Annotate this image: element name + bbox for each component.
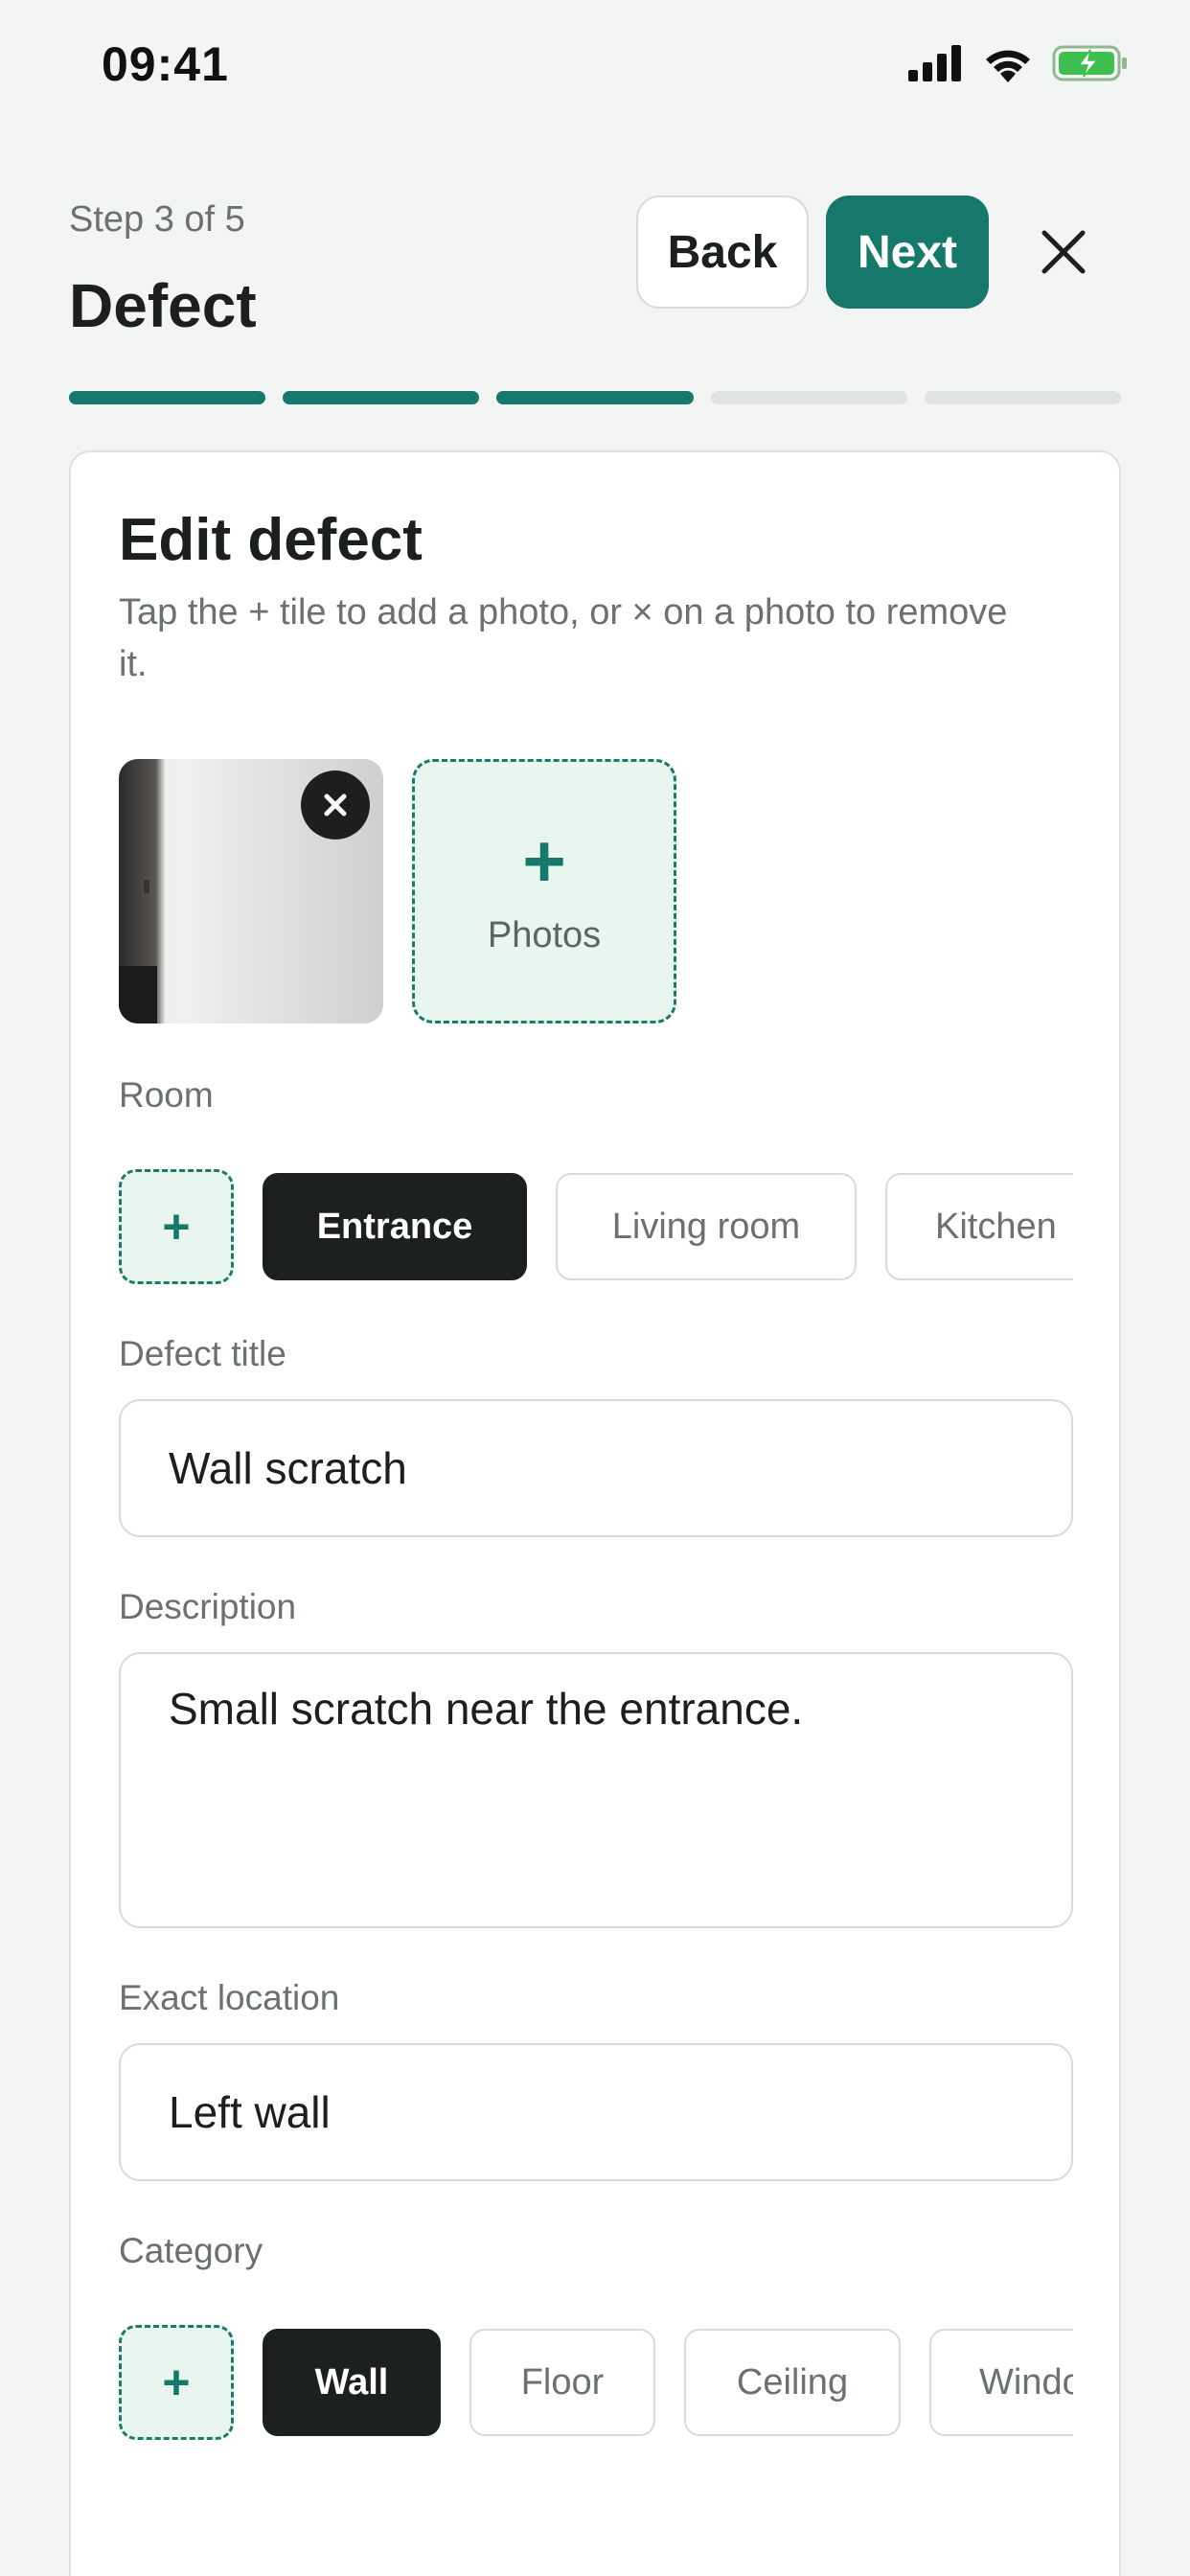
exact-location-label: Exact location xyxy=(119,1978,340,2017)
category-chip-window[interactable]: Window xyxy=(929,2329,1073,2436)
page-title: Defect xyxy=(69,271,257,340)
battery-charging-icon xyxy=(1052,45,1127,81)
progress-segment xyxy=(924,391,1122,404)
room-chip-row: + Entrance Living room Kitchen xyxy=(119,1169,1073,1284)
plus-icon: + xyxy=(522,817,566,903)
photo-shadow xyxy=(119,966,157,1024)
defect-title-input[interactable]: Wall scratch xyxy=(119,1399,1073,1537)
room-chip-kitchen[interactable]: Kitchen xyxy=(885,1173,1073,1280)
status-icons xyxy=(908,44,1129,82)
status-bar: 09:41 xyxy=(0,0,1190,134)
card-title: Edit defect xyxy=(119,507,423,573)
step-progress-bar xyxy=(69,391,1122,404)
back-button[interactable]: Back xyxy=(636,196,809,309)
photo-hinge xyxy=(144,880,149,893)
add-photo-label: Photos xyxy=(487,914,602,955)
step-indicator: Step 3 of 5 xyxy=(69,199,245,240)
category-label: Category xyxy=(119,2231,263,2270)
add-room-button[interactable]: + xyxy=(119,1169,234,1284)
room-label: Room xyxy=(119,1075,214,1115)
remove-photo-button[interactable] xyxy=(301,770,370,840)
category-chip-wall[interactable]: Wall xyxy=(263,2329,441,2436)
status-time: 09:41 xyxy=(102,37,229,91)
photo-door-edge xyxy=(165,759,174,1024)
defect-photo[interactable] xyxy=(119,759,383,1024)
card-subtitle: Tap the + tile to add a photo, or × on a… xyxy=(119,592,1008,684)
cellular-signal-icon xyxy=(908,45,961,81)
defect-title-label: Defect title xyxy=(119,1334,286,1373)
wifi-icon xyxy=(986,50,1030,82)
close-icon xyxy=(324,794,347,816)
room-chip-entrance[interactable]: Entrance xyxy=(263,1173,527,1280)
room-chip-living-room[interactable]: Living room xyxy=(556,1173,857,1280)
category-chip-row: + Wall Floor Ceiling Window xyxy=(119,2325,1073,2440)
close-icon xyxy=(1041,230,1086,274)
progress-segment xyxy=(69,391,266,404)
exact-location-input[interactable]: Left wall xyxy=(119,2043,1073,2181)
category-chip-ceiling[interactable]: Ceiling xyxy=(684,2329,901,2436)
description-textarea[interactable]: Small scratch near the entrance. xyxy=(119,1652,1073,1928)
progress-segment xyxy=(283,391,480,404)
close-button[interactable] xyxy=(1035,220,1092,284)
category-chip-floor[interactable]: Floor xyxy=(469,2329,655,2436)
description-label: Description xyxy=(119,1587,297,1626)
edit-defect-card: Edit defect Tap the + tile to add a phot… xyxy=(69,450,1121,2576)
progress-segment xyxy=(710,391,907,404)
next-button[interactable]: Next xyxy=(826,196,989,309)
progress-segment xyxy=(496,391,694,404)
add-category-button[interactable]: + xyxy=(119,2325,234,2440)
add-photo-tile[interactable]: + Photos xyxy=(412,759,676,1024)
